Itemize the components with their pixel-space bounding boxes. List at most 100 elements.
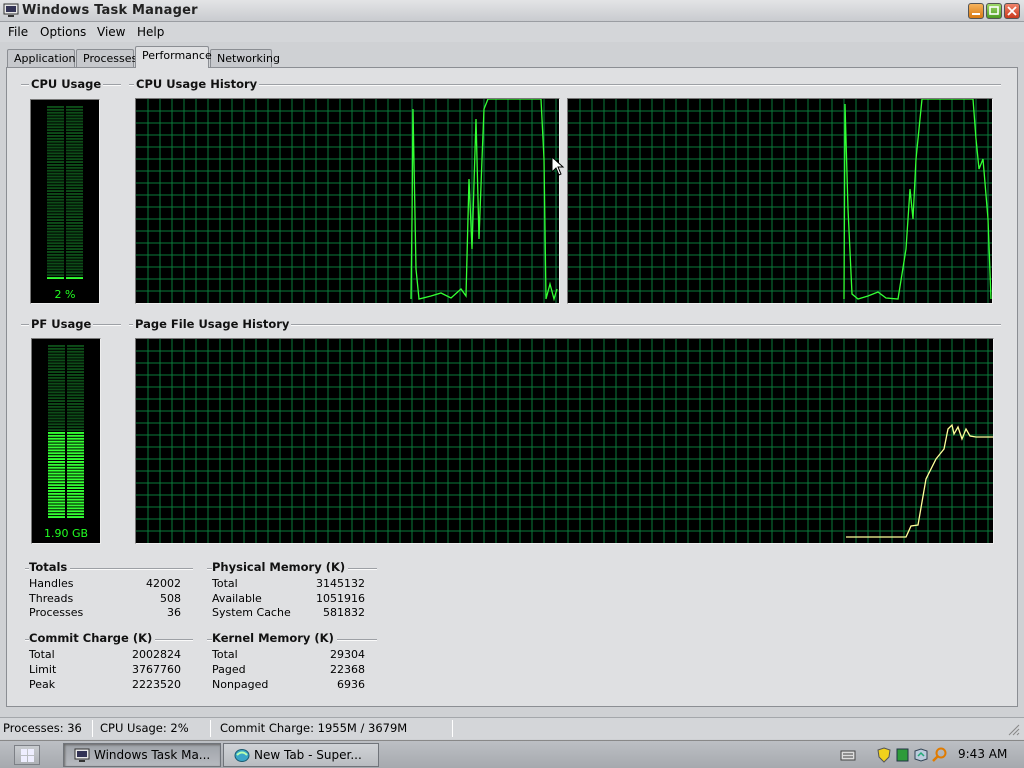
meter-segment [67,469,84,472]
meter-segment [47,158,64,161]
minimize-button[interactable] [968,3,984,19]
meter-segment [48,513,65,516]
keyboard-icon[interactable] [840,747,856,763]
meter-segment [66,248,83,250]
meter-segment [47,219,64,221]
meter-segment [48,420,65,423]
status-cpu-usage: CPU Usage: 2% [100,721,189,735]
meter-segment [48,434,65,437]
meter-segment [48,408,65,411]
meter-segment [67,414,84,417]
meter-segment [67,403,84,405]
taskbar-button-browser[interactable]: New Tab - Super... [223,743,379,767]
search-icon[interactable] [932,747,948,763]
meter-segment [67,371,84,373]
meter-segment [47,233,64,236]
pf-history-title: Page File Usage History [133,317,292,331]
meter-segment [47,236,64,239]
meter-segment [48,417,65,420]
tab-performance[interactable]: Performance [135,46,212,68]
green-status-icon[interactable] [896,747,910,763]
meter-segment [67,478,84,481]
meter-segment [48,347,65,350]
title-bar[interactable]: Windows Task Manager [0,0,1024,22]
meter-segment [48,391,65,394]
meter-segment [47,132,64,134]
meter-segment [67,374,84,376]
meter-segment [47,245,64,248]
meter-segment [66,164,83,166]
taskbar-button-label: New Tab - Super... [254,748,362,762]
meter-segment [48,405,65,408]
totals-handles-value: 42002 [146,577,181,590]
menu-bar: File Options View Help [0,22,1024,42]
maximize-button[interactable] [986,3,1002,19]
meter-segment [48,446,65,449]
meter-segment [47,155,64,158]
meter-segment [47,216,64,219]
meter-segment [67,347,84,350]
close-button[interactable] [1004,3,1020,19]
menu-view[interactable]: View [95,24,127,40]
meter-segment [67,492,84,495]
totals-title: Totals [29,560,71,574]
meter-segment [48,455,65,458]
cpu-usage-meter: 2 % [30,99,100,304]
start-menu-icon [21,749,34,762]
taskbar-clock[interactable]: 9:43 AM [958,747,1007,761]
performance-panel: CPU Usage 2 % CPU Usage History PF Usage… [6,67,1018,707]
meter-segment [48,353,65,356]
meter-segment [47,184,64,187]
meter-segment [48,461,65,463]
meter-segment [67,434,84,437]
menu-help[interactable]: Help [135,24,166,40]
meter-segment [47,201,64,204]
meter-segment [66,106,83,108]
usage-history-line [843,99,992,300]
resize-grip-icon[interactable] [1008,724,1020,736]
meter-segment [47,152,64,155]
meter-segment [48,469,65,472]
meter-segment [48,501,65,504]
meter-segment [66,251,83,253]
meter-segment [48,487,65,489]
menu-file[interactable]: File [6,24,30,40]
meter-segment [48,452,65,455]
meter-segment [66,129,83,132]
meter-segment [47,274,64,277]
totals-processes-value: 36 [167,606,181,619]
taskbar-button-label: Windows Task Ma... [94,748,211,762]
meter-segment [66,166,83,169]
meter-segment [48,426,65,429]
meter-segment [67,440,84,443]
security-shield-icon[interactable] [876,747,892,763]
meter-segment [48,400,65,402]
tab-processes[interactable]: Processes [76,49,137,67]
meter-segment [67,429,84,431]
start-button[interactable] [14,745,40,765]
pf-usage-title: PF Usage [29,317,94,331]
meter-segment [67,455,84,458]
menu-options[interactable]: Options [38,24,88,40]
meter-segment [48,394,65,397]
network-icon[interactable] [913,747,929,763]
meter-segment [47,204,64,207]
physical-system-cache-value: 581832 [323,606,365,619]
cpu-history-graph-core-1 [135,98,560,304]
meter-segment [67,423,84,426]
meter-segment [47,140,64,143]
tab-applications[interactable]: Applications [7,49,81,67]
commit-limit-value: 3767760 [132,663,181,676]
meter-segment [66,230,83,233]
meter-segment [67,484,84,487]
meter-segment [47,169,64,172]
meter-segment [48,345,65,347]
meter-segment [48,475,65,478]
status-separator [92,720,93,737]
taskbar-button-task-manager[interactable]: Windows Task Ma... [63,743,221,767]
meter-segment [66,175,83,178]
meter-segment [48,371,65,373]
meter-segment [67,400,84,402]
meter-segment [66,108,83,111]
tab-networking[interactable]: Networking [210,49,280,67]
